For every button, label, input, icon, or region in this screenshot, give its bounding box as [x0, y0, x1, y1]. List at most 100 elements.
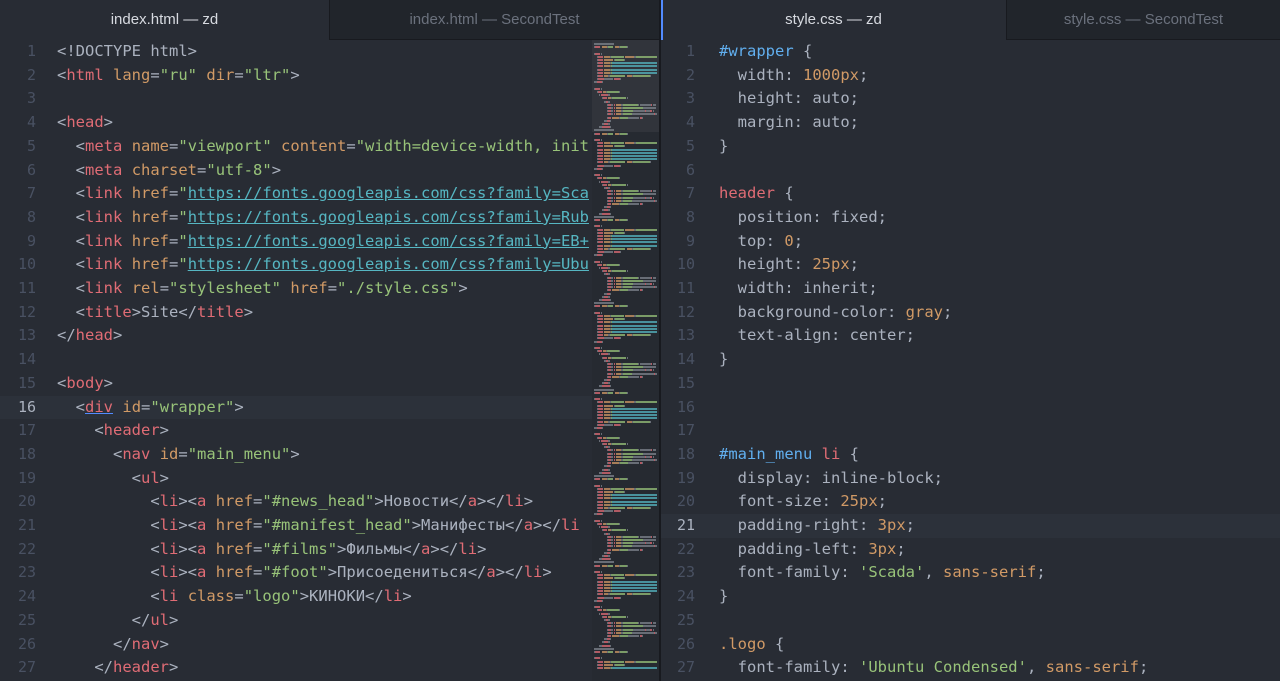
line-number[interactable]: 2 [0, 64, 36, 88]
code-line[interactable]: 9 <link href="https://fonts.googleapis.c… [0, 230, 659, 254]
code-line[interactable]: 9 top: 0; [661, 230, 1280, 254]
code-line[interactable]: 7 <link href="https://fonts.googleapis.c… [0, 182, 659, 206]
code-line[interactable]: 5} [661, 135, 1280, 159]
line-number[interactable]: 2 [661, 64, 695, 88]
line-number[interactable]: 16 [0, 396, 36, 420]
code-line[interactable]: 8 position: fixed; [661, 206, 1280, 230]
code-line[interactable]: 12 background-color: gray; [661, 301, 1280, 325]
tab-index-html-secondtest[interactable]: index.html — SecondTest [329, 0, 659, 40]
css-code-editor[interactable]: 1 #wrapper {2 width: 1000px; 3 height: aut… [661, 40, 1280, 681]
line-number[interactable]: 21 [661, 514, 695, 538]
line-number[interactable]: 5 [0, 135, 36, 159]
code-line[interactable]: 14 [0, 348, 659, 372]
code-line[interactable]: 23 <li><a href="#foot">Присоедениться</a… [0, 561, 659, 585]
code-line[interactable]: 16 <div id="wrapper"> [0, 395, 659, 420]
tab-style-css-secondtest[interactable]: style.css — SecondTest [1006, 0, 1280, 40]
line-number[interactable]: 3 [661, 87, 695, 111]
code-line[interactable]: 4 <head> [0, 111, 659, 135]
code-line[interactable]: 23 font-family: 'Scada', sans-serif; [661, 561, 1280, 585]
line-number[interactable]: 17 [0, 419, 36, 443]
line-number[interactable]: 3 [0, 87, 36, 111]
line-number[interactable]: 9 [661, 230, 695, 254]
line-number[interactable]: 23 [661, 561, 695, 585]
line-number[interactable]: 20 [661, 490, 695, 514]
code-line[interactable]: 16 [661, 396, 1280, 420]
line-number[interactable]: 22 [661, 538, 695, 562]
line-number[interactable]: 19 [661, 467, 695, 491]
code-line[interactable]: 10 height: 25px; [661, 253, 1280, 277]
code-line[interactable]: 17 [661, 419, 1280, 443]
line-number[interactable]: 1 [661, 40, 695, 64]
line-number[interactable]: 23 [0, 561, 36, 585]
line-number[interactable]: 8 [661, 206, 695, 230]
code-line[interactable]: 21 <li><a href="#manifest_head">Манифест… [0, 514, 659, 538]
code-line[interactable]: 11 width: inherit; [661, 277, 1280, 301]
line-number[interactable]: 18 [661, 443, 695, 467]
line-number[interactable]: 13 [0, 324, 36, 348]
code-line[interactable]: 14} [661, 348, 1280, 372]
code-line[interactable]: 24} [661, 585, 1280, 609]
code-line[interactable]: 25 [661, 609, 1280, 633]
code-line[interactable]: 17 <header> [0, 419, 659, 443]
line-number[interactable]: 24 [0, 585, 36, 609]
line-number[interactable]: 24 [661, 585, 695, 609]
code-line[interactable]: 13 </head> [0, 324, 659, 348]
code-line[interactable]: 1 <!DOCTYPE html> [0, 40, 659, 64]
tab-index-html-zd[interactable]: index.html — zd [0, 0, 329, 40]
line-number[interactable]: 15 [0, 372, 36, 396]
line-number[interactable]: 5 [661, 135, 695, 159]
code-line[interactable]: 10 <link href="https://fonts.googleapis.… [0, 253, 659, 277]
code-line[interactable]: 3 [0, 87, 659, 111]
code-line[interactable]: 3 height: auto; [661, 87, 1280, 111]
code-line[interactable]: 24 <li class="logo">КИНОКИ</li> [0, 585, 659, 609]
line-number[interactable]: 15 [661, 372, 695, 396]
code-line[interactable]: 2 <html lang="ru" dir="ltr"> [0, 64, 659, 88]
code-line[interactable]: 4 margin: auto; [661, 111, 1280, 135]
line-number[interactable]: 13 [661, 324, 695, 348]
line-number[interactable]: 14 [0, 348, 36, 372]
line-number[interactable]: 27 [661, 656, 695, 680]
code-line[interactable]: 2 width: 1000px; [661, 64, 1280, 88]
line-number[interactable]: 6 [0, 159, 36, 183]
line-number[interactable]: 17 [661, 419, 695, 443]
line-number[interactable]: 18 [0, 443, 36, 467]
code-line[interactable]: 13 text-align: center; [661, 324, 1280, 348]
line-number[interactable]: 1 [0, 40, 36, 64]
line-number[interactable]: 16 [661, 396, 695, 420]
code-line[interactable]: 21 padding-right: 3px; [661, 514, 1280, 538]
code-line[interactable]: 15 <body> [0, 372, 659, 396]
code-line[interactable]: 11 <link rel="stylesheet" href="./style.… [0, 277, 659, 301]
code-line[interactable]: 8 <link href="https://fonts.googleapis.c… [0, 206, 659, 230]
code-line[interactable]: 26 </nav> [0, 633, 659, 657]
line-number[interactable]: 7 [0, 182, 36, 206]
code-line[interactable]: 6 <meta charset="utf-8"> [0, 159, 659, 183]
line-number[interactable]: 12 [0, 301, 36, 325]
code-line[interactable]: 5 <meta name="viewport" content="width=d… [0, 135, 659, 159]
line-number[interactable]: 4 [0, 111, 36, 135]
code-line[interactable]: 7 header { [661, 182, 1280, 206]
code-line[interactable]: 26 .logo { [661, 633, 1280, 657]
tab-style-css-zd[interactable]: style.css — zd [661, 0, 1006, 40]
code-line[interactable]: 19 <ul> [0, 467, 659, 491]
line-number[interactable]: 26 [0, 633, 36, 657]
line-number[interactable]: 11 [661, 277, 695, 301]
code-line[interactable]: 12 <title>Site</title> [0, 301, 659, 325]
code-line[interactable]: 18 <nav id="main_menu"> [0, 443, 659, 467]
line-number[interactable]: 9 [0, 230, 36, 254]
code-line[interactable]: 22 <li><a href="#films">Фильмы</a></li> [0, 538, 659, 562]
code-line[interactable]: 20 <li><a href="#news_head">Новости</a><… [0, 490, 659, 514]
code-line[interactable]: 18 #main_menu li { [661, 443, 1280, 467]
code-line[interactable]: 27 font-family: 'Ubuntu Condensed', sans… [661, 656, 1280, 680]
line-number[interactable]: 26 [661, 633, 695, 657]
code-line[interactable]: 1 #wrapper { [661, 40, 1280, 64]
line-number[interactable]: 10 [0, 253, 36, 277]
line-number[interactable]: 22 [0, 538, 36, 562]
line-number[interactable]: 21 [0, 514, 36, 538]
line-number[interactable]: 7 [661, 182, 695, 206]
line-number[interactable]: 25 [661, 609, 695, 633]
minimap[interactable] [592, 40, 659, 681]
code-line[interactable]: 6 [661, 159, 1280, 183]
line-number[interactable]: 12 [661, 301, 695, 325]
line-number[interactable]: 4 [661, 111, 695, 135]
html-code-editor[interactable]: 1 <!DOCTYPE html> 2 <html lang="ru" dir="lt… [0, 40, 659, 681]
